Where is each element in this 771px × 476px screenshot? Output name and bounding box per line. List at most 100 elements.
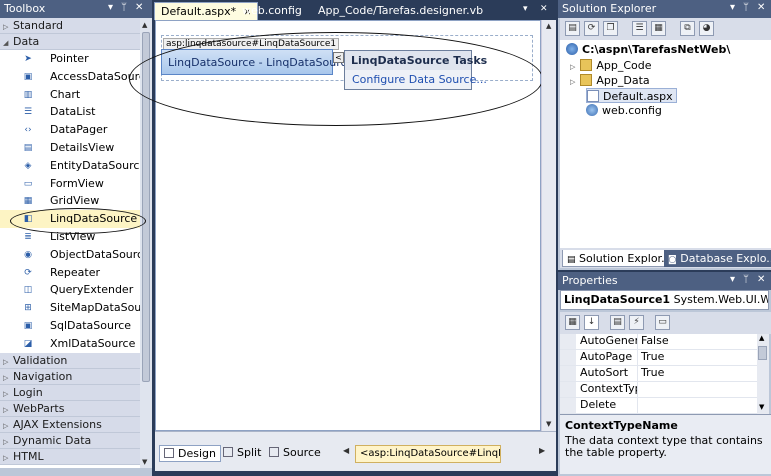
scroll-down-icon[interactable]: ▼ bbox=[759, 403, 764, 411]
events-icon[interactable]: ⚡ bbox=[629, 315, 644, 330]
view-designer-icon[interactable]: ▦ bbox=[651, 21, 666, 36]
tag-breadcrumb[interactable]: <asp:LinqDataSource#LinqD...> bbox=[355, 445, 501, 463]
source-view-button[interactable]: Source bbox=[265, 445, 325, 462]
toolbox-item[interactable]: ‹› DataPager bbox=[0, 121, 140, 139]
scroll-down-icon[interactable]: ▼ bbox=[546, 420, 551, 428]
toolbox-item[interactable]: ◉ ObjectDataSource bbox=[0, 246, 140, 264]
property-row[interactable]: AutoSort True bbox=[560, 366, 757, 382]
toolbox-title: Toolbox bbox=[4, 2, 46, 15]
toolbox-category[interactable]: ▷ WebParts bbox=[0, 400, 140, 417]
tree-file-default-aspx[interactable]: Default.aspx bbox=[586, 88, 677, 103]
source-view-icon bbox=[269, 447, 279, 457]
toolbox-category[interactable]: ▷ AJAX Extensions bbox=[0, 416, 140, 433]
toolbox-item[interactable]: ◪ XmlDataSource bbox=[0, 335, 140, 353]
toolbox-item[interactable]: ☰ DataList bbox=[0, 103, 140, 121]
toolbox-item[interactable]: ▥ Chart bbox=[0, 86, 140, 104]
toolbox-item[interactable]: ◧ LinqDataSource bbox=[0, 210, 140, 228]
alphabetical-icon[interactable]: ↓ bbox=[584, 315, 599, 330]
close-icon[interactable]: ✕ bbox=[757, 274, 765, 285]
tab-solution-explorer[interactable]: ▤ Solution Explor... bbox=[562, 250, 677, 267]
scrollbar-thumb[interactable] bbox=[142, 32, 150, 382]
object-datasource-icon: ◉ bbox=[24, 249, 32, 260]
toolbox-category-standard[interactable]: ▷ Standard bbox=[0, 18, 140, 34]
split-view-button[interactable]: Split bbox=[219, 445, 265, 462]
toolbox-category[interactable]: ▷ HTML bbox=[0, 448, 140, 465]
toolbox-scrollbar[interactable]: ▲ ▼ bbox=[140, 18, 152, 468]
property-name: ContextTypeNar bbox=[560, 382, 638, 397]
tab-tarefas-designer[interactable]: App_Code/Tarefas.designer.vb bbox=[312, 2, 489, 20]
toolbox-item[interactable]: ◈ EntityDataSource bbox=[0, 157, 140, 175]
toolbox-item-label: ListView bbox=[50, 229, 96, 243]
property-value[interactable]: True bbox=[638, 350, 757, 365]
property-row[interactable]: Delete bbox=[560, 398, 757, 414]
toolbox-category[interactable]: ▷ Navigation bbox=[0, 368, 140, 385]
xml-datasource-icon: ◪ bbox=[23, 338, 33, 349]
document-close-icon[interactable]: ✕ bbox=[540, 4, 548, 14]
category-label: Navigation bbox=[13, 369, 73, 383]
smart-tag-button[interactable]: < bbox=[333, 52, 344, 63]
toolbox-item[interactable]: ⊞ SiteMapDataSou... bbox=[0, 299, 140, 317]
breadcrumb-prev-icon[interactable]: ◀ bbox=[343, 446, 349, 455]
property-value[interactable] bbox=[638, 398, 757, 413]
tree-folder-app-code[interactable]: ▷ App_Code bbox=[570, 58, 652, 73]
dropdown-icon[interactable]: ▾ bbox=[730, 2, 735, 13]
refresh-icon[interactable]: ⟳ bbox=[584, 21, 599, 36]
scroll-up-icon[interactable]: ▲ bbox=[546, 22, 551, 30]
tab-web-config[interactable]: web.config bbox=[236, 2, 308, 20]
toolbox-category[interactable]: ▷ Login bbox=[0, 384, 140, 401]
tree-file-web-config[interactable]: web.config bbox=[586, 103, 662, 118]
close-icon[interactable]: ✕ bbox=[135, 2, 143, 13]
property-grid-scrollbar[interactable]: ▲ ▼ bbox=[757, 334, 769, 414]
close-icon[interactable]: ✕ bbox=[757, 2, 765, 13]
property-value[interactable]: False bbox=[638, 334, 757, 349]
tree-root-website[interactable]: C:\aspn\TarefasNetWeb\ bbox=[566, 42, 730, 57]
property-row[interactable]: ContextTypeNar bbox=[560, 382, 757, 398]
toolbox-item[interactable]: ➤ Pointer bbox=[0, 50, 140, 68]
property-row[interactable]: AutoPage True bbox=[560, 350, 757, 366]
expand-arrow-icon: ▷ bbox=[3, 389, 9, 398]
expand-arrow-icon: ▷ bbox=[570, 63, 576, 71]
pin-icon[interactable]: ᛘ bbox=[121, 2, 127, 13]
tab-list-dropdown-icon[interactable]: ▾ bbox=[523, 4, 528, 14]
show-all-files-icon[interactable]: ❐ bbox=[603, 21, 618, 36]
view-code-icon[interactable]: ☰ bbox=[632, 21, 647, 36]
design-view-button[interactable]: Design bbox=[159, 445, 221, 462]
toolbox-item[interactable]: ≣ ListView bbox=[0, 228, 140, 246]
properties-icon[interactable]: ▤ bbox=[610, 315, 625, 330]
scroll-up-icon[interactable]: ▲ bbox=[759, 334, 764, 342]
toolbox-item[interactable]: ▤ DetailsView bbox=[0, 139, 140, 157]
property-value[interactable] bbox=[638, 382, 757, 397]
property-row[interactable]: AutoGenerateWlFalse bbox=[560, 334, 757, 350]
dropdown-icon[interactable]: ▾ bbox=[730, 274, 735, 285]
properties-icon[interactable]: ▤ bbox=[565, 21, 580, 36]
toolbox-item[interactable]: ▦ GridView bbox=[0, 192, 140, 210]
tree-folder-app-data[interactable]: ▷ App_Data bbox=[570, 73, 650, 88]
object-selector[interactable]: LinqDataSource1 System.Web.UI.WebC bbox=[560, 290, 769, 310]
asp-config-icon[interactable]: ◕ bbox=[699, 21, 714, 36]
pin-icon[interactable]: ᛘ bbox=[743, 2, 749, 13]
categorized-icon[interactable]: ▦ bbox=[565, 315, 580, 330]
toolbox-item[interactable]: ▭ FormView bbox=[0, 175, 140, 193]
scroll-down-icon[interactable]: ▼ bbox=[142, 458, 147, 466]
toolbox-category[interactable]: ▷ Dynamic Data bbox=[0, 432, 140, 449]
toolbox-item[interactable]: ▣ SqlDataSource bbox=[0, 317, 140, 335]
scrollbar-thumb[interactable] bbox=[758, 346, 767, 360]
dropdown-icon[interactable]: ▾ bbox=[108, 2, 113, 13]
toolbox-item[interactable]: ▣ AccessDataSource bbox=[0, 68, 140, 86]
property-value[interactable]: True bbox=[638, 366, 757, 381]
scroll-up-icon[interactable]: ▲ bbox=[142, 21, 147, 29]
pin-icon[interactable]: ᛘ bbox=[743, 274, 749, 285]
toolbox-category-data[interactable]: ◢ Data bbox=[0, 34, 140, 50]
property-pages-icon[interactable]: ▭ bbox=[655, 315, 670, 330]
toolbox-item-label: DataPager bbox=[50, 123, 108, 137]
toolbox-category[interactable]: ▷ Validation bbox=[0, 352, 140, 369]
toolbox-item-label: GridView bbox=[50, 194, 100, 208]
toolbox-item[interactable]: ◫ QueryExtender bbox=[0, 281, 140, 299]
breadcrumb-next-icon[interactable]: ▶ bbox=[539, 446, 545, 455]
linq-datasource-control[interactable]: LinqDataSource - LinqDataSource1 bbox=[161, 49, 360, 75]
copy-website-icon[interactable]: ⧉ bbox=[680, 21, 695, 36]
tab-database-explorer[interactable]: ◙ Database Explo... bbox=[664, 250, 771, 267]
toolbox-item[interactable]: ⟳ Repeater bbox=[0, 264, 140, 282]
configure-data-source-link[interactable]: Configure Data Source... bbox=[345, 70, 487, 89]
editor-scrollbar[interactable]: ▲ ▼ bbox=[541, 20, 556, 431]
